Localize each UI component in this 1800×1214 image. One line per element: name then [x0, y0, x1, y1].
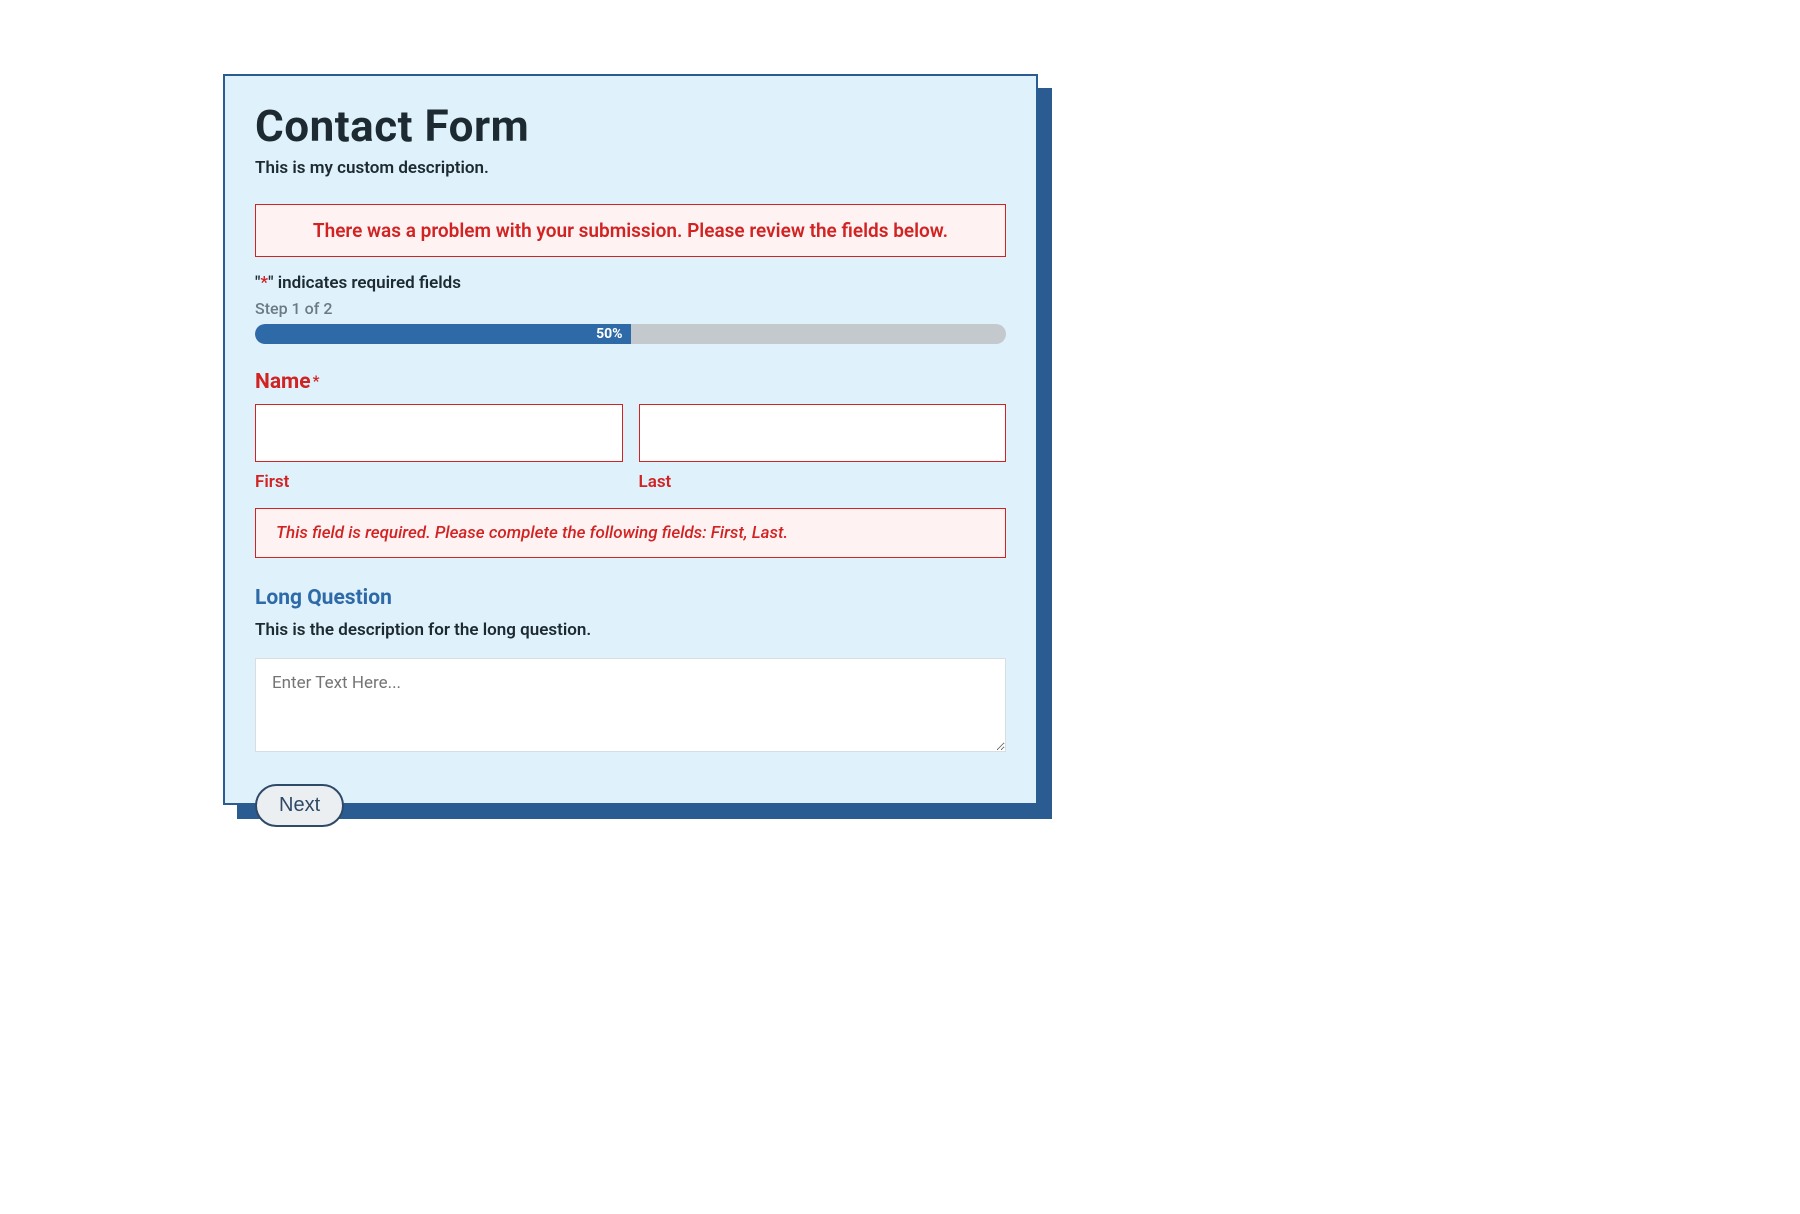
first-name-column: First: [255, 404, 623, 492]
form-title: Contact Form: [255, 100, 1006, 152]
name-required-asterisk: *: [313, 372, 320, 390]
page-canvas: Contact Form This is my custom descripti…: [0, 0, 1800, 1214]
required-fields-hint: "*" indicates required fields: [255, 273, 1006, 293]
first-name-sublabel: First: [255, 472, 623, 492]
name-label-text: Name: [255, 370, 311, 394]
progress-bar: 50%: [255, 324, 1006, 344]
name-field-error: This field is required. Please complete …: [255, 508, 1006, 558]
last-name-sublabel: Last: [639, 472, 1007, 492]
next-button[interactable]: Next: [255, 784, 344, 827]
form-error-banner: There was a problem with your submission…: [255, 204, 1006, 257]
name-fields-row: First Last: [255, 404, 1006, 492]
last-name-input[interactable]: [639, 404, 1007, 462]
step-indicator: Step 1 of 2: [255, 299, 1006, 318]
long-question-textarea[interactable]: [255, 658, 1006, 752]
last-name-column: Last: [639, 404, 1007, 492]
required-hint-star: *: [260, 273, 268, 293]
contact-form-card: Contact Form This is my custom descripti…: [223, 74, 1038, 805]
progress-bar-percent: 50%: [255, 324, 631, 344]
long-question-description: This is the description for the long que…: [255, 620, 1006, 640]
form-description: This is my custom description.: [255, 158, 1006, 178]
first-name-input[interactable]: [255, 404, 623, 462]
required-hint-suffix: " indicates required fields: [268, 273, 461, 293]
name-field-label: Name*: [255, 370, 1006, 394]
long-question-label: Long Question: [255, 586, 1006, 610]
